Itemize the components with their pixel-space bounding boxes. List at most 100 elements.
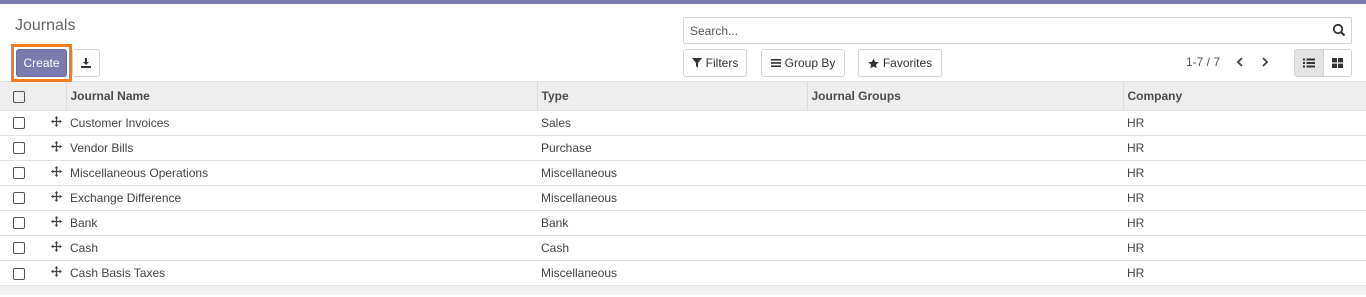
cell-type: Miscellaneous [541, 265, 618, 280]
journals-table: Journal Name Type Journal Groups Company… [0, 82, 1366, 285]
cell-journal-name: Vendor Bills [70, 140, 134, 155]
select-all-checkbox[interactable] [13, 90, 25, 103]
table-footer [0, 285, 1366, 295]
cell-journal-groups [807, 235, 1123, 260]
cell-type: Cash [541, 240, 570, 255]
chevron-right-icon [1262, 57, 1269, 67]
cell-journal-name: Exchange Difference [70, 190, 182, 205]
move-handle-icon [51, 165, 62, 177]
table-row[interactable]: Miscellaneous Operations Miscellaneous HR [0, 160, 1366, 185]
column-header-company[interactable]: Company [1122, 82, 1366, 110]
row-select-cell [0, 235, 37, 260]
star-icon [868, 57, 879, 68]
row-checkbox[interactable] [13, 242, 25, 255]
column-header-type[interactable]: Type [536, 82, 807, 110]
list-view-button[interactable] [1294, 49, 1324, 77]
cell-journal-name: Bank [70, 215, 98, 230]
cell-company: HR [1127, 240, 1145, 255]
cell-journal-groups [807, 260, 1123, 285]
table-row[interactable]: Exchange Difference Miscellaneous HR [0, 185, 1366, 210]
cell-type: Purchase [541, 140, 592, 155]
download-button[interactable] [72, 49, 100, 77]
handle-header [37, 82, 66, 110]
row-checkbox[interactable] [13, 192, 25, 205]
favorites-button[interactable]: Favorites [858, 49, 942, 77]
search-bar [683, 17, 1352, 44]
cell-journal-name: Miscellaneous Operations [70, 165, 209, 180]
table-row[interactable]: Customer Invoices Sales HR [0, 110, 1366, 135]
drag-handle[interactable] [37, 235, 66, 260]
cell-journal-name: Cash Basis Taxes [70, 265, 166, 280]
row-checkbox[interactable] [13, 142, 25, 155]
search-icon[interactable] [1332, 23, 1346, 37]
cell-company: HR [1127, 140, 1145, 155]
download-icon [81, 58, 91, 68]
page-title: Journals [15, 17, 76, 34]
pager-next-button[interactable] [1254, 51, 1276, 73]
filters-label: Filters [705, 56, 739, 70]
row-select-cell [0, 160, 37, 185]
move-handle-icon [51, 265, 62, 277]
grid-icon [1332, 58, 1343, 68]
list-icon [1303, 58, 1315, 68]
chevron-left-icon [1236, 57, 1243, 67]
row-checkbox[interactable] [13, 117, 25, 130]
row-select-cell [0, 110, 37, 135]
group-by-button[interactable]: Group By [761, 49, 845, 77]
row-select-cell [0, 135, 37, 160]
cell-journal-name: Customer Invoices [70, 115, 170, 130]
move-handle-icon [51, 115, 62, 127]
row-checkbox[interactable] [13, 217, 25, 230]
cell-company: HR [1127, 215, 1145, 230]
control-panel: Journals Create Filters Group By [0, 4, 1366, 82]
drag-handle[interactable] [37, 260, 66, 285]
table-row[interactable]: Vendor Bills Purchase HR [0, 135, 1366, 160]
cell-company: HR [1127, 190, 1145, 205]
cell-journal-name: Cash [70, 240, 99, 255]
search-input[interactable] [684, 18, 1304, 43]
move-handle-icon [51, 215, 62, 227]
filters-button[interactable]: Filters [683, 49, 747, 77]
pager-previous-button[interactable] [1229, 51, 1251, 73]
cell-type: Miscellaneous [541, 165, 618, 180]
cell-journal-groups [807, 185, 1123, 210]
row-checkbox[interactable] [13, 167, 25, 180]
drag-handle[interactable] [37, 135, 66, 160]
kanban-view-button[interactable] [1323, 49, 1352, 77]
cell-journal-groups [807, 210, 1123, 235]
bars-icon [770, 59, 781, 67]
cell-type: Bank [541, 215, 569, 230]
row-checkbox[interactable] [13, 267, 25, 280]
filter-icon [691, 58, 702, 68]
table-row[interactable]: Cash Cash HR [0, 235, 1366, 260]
drag-handle[interactable] [37, 160, 66, 185]
table-header-row: Journal Name Type Journal Groups Company [0, 82, 1366, 110]
move-handle-icon [51, 190, 62, 202]
column-header-journal-name[interactable]: Journal Name [65, 82, 537, 110]
favorites-label: Favorites [882, 56, 933, 70]
create-button[interactable]: Create [16, 49, 67, 77]
drag-handle[interactable] [37, 185, 66, 210]
drag-handle[interactable] [37, 110, 66, 135]
row-select-cell [0, 210, 37, 235]
table-row[interactable]: Bank Bank HR [0, 210, 1366, 235]
pager-value[interactable]: 1-7 / 7 [1186, 55, 1220, 69]
create-button-highlight: Create [11, 44, 72, 82]
cell-journal-groups [807, 135, 1123, 160]
select-all-cell [0, 82, 37, 110]
cell-journal-groups [807, 110, 1123, 135]
row-select-cell [0, 260, 37, 285]
cell-company: HR [1127, 165, 1145, 180]
cell-company: HR [1127, 115, 1145, 130]
move-handle-icon [51, 240, 62, 252]
cell-journal-groups [807, 160, 1123, 185]
row-select-cell [0, 185, 37, 210]
cell-company: HR [1127, 265, 1145, 280]
group-by-label: Group By [784, 56, 836, 70]
table-row[interactable]: Cash Basis Taxes Miscellaneous HR [0, 260, 1366, 285]
column-header-journal-groups[interactable]: Journal Groups [806, 82, 1123, 110]
cell-type: Miscellaneous [541, 190, 618, 205]
move-handle-icon [51, 140, 62, 152]
drag-handle[interactable] [37, 210, 66, 235]
cell-type: Sales [541, 115, 572, 130]
